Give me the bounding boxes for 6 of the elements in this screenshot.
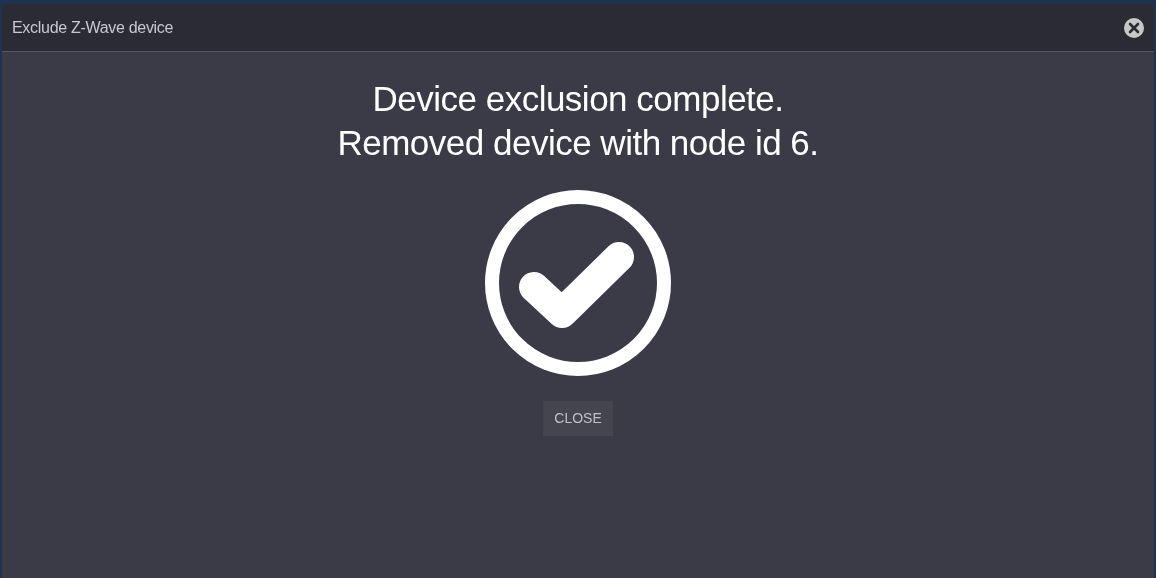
message-text: Device exclusion complete. xyxy=(371,78,785,120)
dialog-title: Exclude Z-Wave device xyxy=(12,17,174,38)
close-icon[interactable] xyxy=(1124,17,1144,38)
message-text: Removed device with node id 6. xyxy=(337,122,819,164)
checkmark-circle-icon xyxy=(484,189,672,377)
close-button[interactable]: CLOSE xyxy=(543,401,613,436)
